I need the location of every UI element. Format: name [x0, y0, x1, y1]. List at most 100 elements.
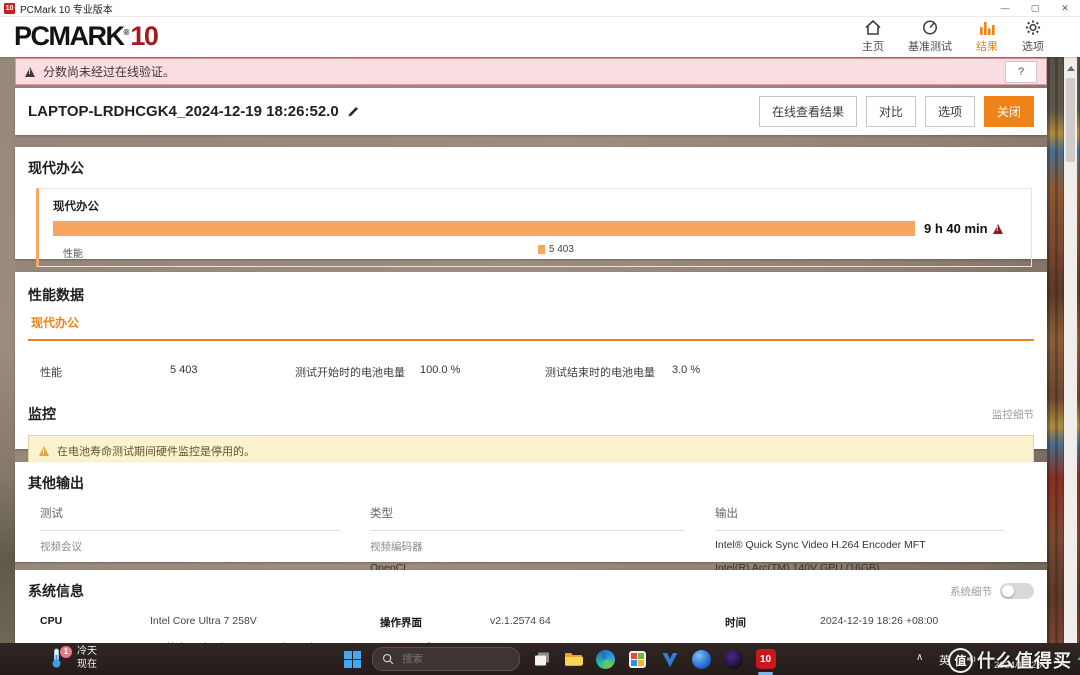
tray-expand-chevron[interactable]: ∧	[916, 652, 923, 663]
system-info-table: CPU Intel Core Ultra 7 258V 操作界面 v2.1.25…	[28, 615, 1034, 643]
start-button[interactable]	[344, 650, 361, 668]
metric-battery-start-label: 测试开始时的电池电量	[295, 367, 405, 379]
battery-life-bar	[53, 221, 915, 236]
help-button[interactable]: ?	[1005, 60, 1037, 83]
home-icon	[865, 19, 881, 35]
battery-life-duration: 9 h 40 min	[924, 221, 988, 236]
options-button[interactable]: 选项	[924, 96, 975, 127]
v-app-button[interactable]	[659, 649, 680, 670]
page-scrollbar[interactable]	[1064, 57, 1077, 643]
monitoring-header-row: 监控 监控细节	[28, 404, 1034, 424]
task-view-button[interactable]	[531, 649, 552, 670]
nav-options[interactable]: 选项	[1022, 19, 1044, 54]
nav-benchmarks[interactable]: 基准测试	[908, 19, 952, 54]
registered-mark: ®	[123, 28, 130, 37]
dark-circle-icon	[724, 649, 743, 669]
metric-battery-end-value: 3.0 %	[672, 364, 701, 376]
blue-app-button[interactable]	[691, 649, 712, 670]
store-icon	[629, 650, 646, 668]
performance-legend-row: 性能 5 403	[53, 244, 1017, 260]
nav-results[interactable]: 结果	[976, 19, 998, 54]
taskbar-date[interactable]: 2024/12/23	[994, 660, 1042, 671]
weather-widget[interactable]: 1 冷天 现在	[50, 645, 97, 671]
legend-swatch	[537, 245, 545, 254]
metric-battery-start-value: 100.0 %	[420, 364, 461, 376]
weather-time: 现在	[77, 658, 97, 670]
validation-message: 分数尚未经过在线验证。	[43, 65, 176, 79]
folder-icon	[565, 652, 583, 666]
col-header-type: 类型	[370, 497, 685, 531]
nav-options-label: 选项	[1022, 41, 1044, 53]
sysinfo-value: 2024-12-19 18:26 +08:00	[820, 615, 939, 627]
sysinfo-label: CPU	[40, 615, 63, 627]
pcmark-window: 10 PCMark 10 专业版本 — ▢ ✕ PCMARK®10 主页 基准测…	[0, 0, 1080, 675]
view-online-button[interactable]: 在线查看结果	[758, 96, 857, 127]
win-pane	[353, 650, 361, 659]
edge-browser-button[interactable]	[595, 649, 616, 670]
win-pane	[344, 659, 352, 668]
system-details-label: 系统细节	[950, 585, 992, 598]
performance-legend-label: 性能	[63, 249, 83, 260]
weather-badge: 1	[60, 645, 72, 658]
close-result-button[interactable]: 关闭	[983, 96, 1034, 127]
results-page: ! 分数尚未经过在线验证。 ? LAPTOP-LRDHCGK4_2024-12-…	[0, 57, 1080, 643]
maximize-button[interactable]: ▢	[1020, 0, 1050, 16]
taskbar-search[interactable]	[372, 647, 520, 671]
result-title: LAPTOP-LRDHCGK4_2024-12-19 18:26:52.0	[28, 103, 339, 120]
volume-icon[interactable]	[966, 652, 978, 670]
pcmark-taskbar-icon: 10	[755, 649, 776, 669]
tab-modern-office[interactable]: 现代办公	[31, 316, 79, 330]
nav-home-label: 主页	[862, 41, 884, 53]
modern-office-result-box: 现代办公 9 h 40 min ! 性能 5 403	[36, 188, 1032, 267]
active-app-indicator	[758, 671, 773, 675]
other-output-card: 其他输出 测试 类型 输出 视频会议 视频编码器 Intel® Quick Sy…	[15, 462, 1047, 576]
windows-taskbar: 1 冷天 现在 搜索 10 ∧ 英 2024/12/23 值 什么值得买	[0, 643, 1080, 675]
compare-button[interactable]: 对比	[865, 96, 916, 127]
wallpaper-left-strip	[0, 57, 15, 643]
monitoring-details-link[interactable]: 监控细节	[992, 407, 1034, 422]
col-header-output: 输出	[715, 497, 1004, 531]
bar-chart-icon	[980, 22, 995, 35]
other-output-table: 测试 类型 输出 视频会议 视频编码器 Intel® Quick Sync Vi…	[28, 497, 1034, 577]
scroll-up-arrow[interactable]	[1066, 62, 1075, 71]
gear-icon	[1025, 20, 1041, 35]
pcmark-taskbar-button[interactable]: 10	[755, 649, 776, 675]
nav-benchmarks-label: 基准测试	[908, 41, 952, 53]
weather-text: 冷天 现在	[77, 646, 97, 671]
validation-banner: ! 分数尚未经过在线验证。 ?	[15, 58, 1047, 85]
dark-app-button[interactable]	[723, 649, 744, 670]
v-triangle-icon	[662, 652, 677, 667]
metric-performance-label: 性能	[40, 367, 62, 379]
performance-legend-value: 5 403	[537, 244, 574, 255]
table-cell: Intel® Quick Sync Video H.264 Encoder MF…	[715, 539, 926, 551]
input-language-indicator[interactable]: 英	[939, 652, 950, 668]
other-output-title: 其他输出	[28, 475, 84, 491]
table-cell: 视频编码器	[370, 541, 423, 553]
toggle-knob	[1002, 585, 1014, 597]
metric-battery-end-label: 测试结束时的电池电量	[545, 367, 655, 379]
ms-store-button[interactable]	[627, 649, 648, 670]
search-input[interactable]	[400, 652, 494, 666]
sysinfo-value: Intel Core Ultra 7 258V	[150, 615, 257, 627]
close-window-button[interactable]: ✕	[1050, 0, 1080, 16]
scrollbar-thumb[interactable]	[1066, 78, 1075, 162]
pcmark-app-icon: 10	[4, 2, 15, 14]
file-explorer-button[interactable]	[563, 649, 584, 670]
system-info-title: 系统信息	[28, 583, 84, 599]
edit-title-button[interactable]	[347, 105, 360, 118]
system-details-toggle[interactable]	[1000, 583, 1034, 599]
nav-home[interactable]: 主页	[862, 19, 884, 54]
minimize-button[interactable]: —	[990, 0, 1020, 16]
performance-data-title: 性能数据	[28, 287, 84, 303]
task-view-icon	[534, 652, 549, 666]
pencil-icon	[348, 107, 358, 117]
performance-score: 5 403	[548, 244, 574, 255]
modern-office-section-title: 现代办公	[28, 160, 84, 176]
monitoring-warning-text: 在电池寿命测试期间硬件监控是停用的。	[57, 446, 255, 458]
edge-icon	[596, 649, 615, 669]
metric-performance-value: 5 403	[170, 364, 198, 376]
sysinfo-label: 操作界面	[380, 617, 422, 629]
taskbar-center: 10	[344, 645, 776, 675]
system-details-control: 系统细节	[950, 583, 1034, 599]
sysinfo-label: 时间	[725, 617, 746, 629]
